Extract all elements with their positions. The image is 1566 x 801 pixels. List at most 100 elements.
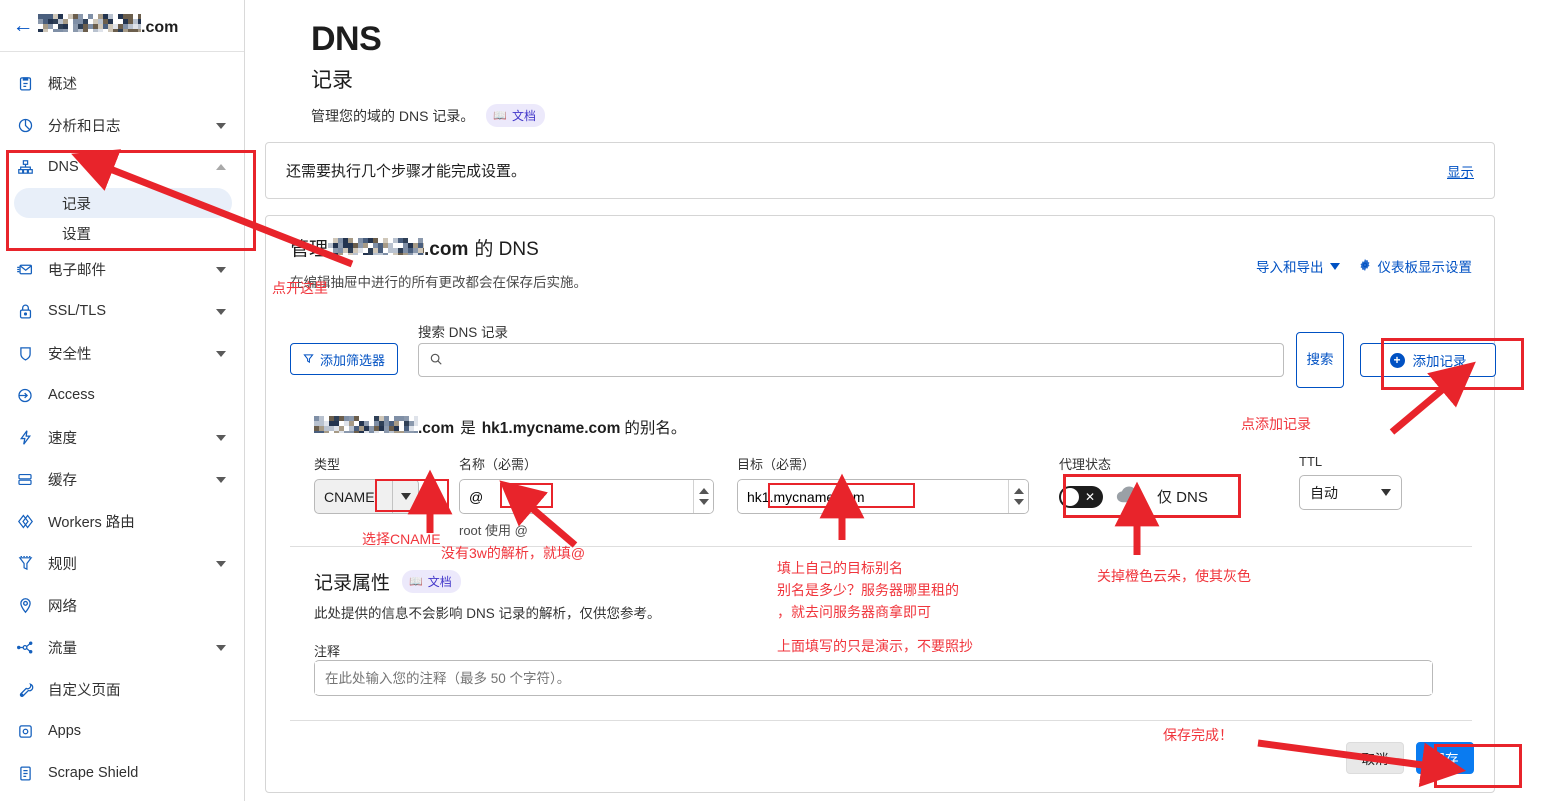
dashboard-settings-label: 仪表板显示设置 — [1377, 260, 1473, 275]
sidebar-item-network[interactable]: 网络 — [0, 584, 244, 626]
sidebar: ← .com 概述 分析和日志 DNS 记录 设置 电子邮件 SSL/TLS 安… — [0, 0, 245, 801]
add-filter-button[interactable]: 添加筛选器 — [290, 343, 399, 375]
add-record-button[interactable]: + 添加记录 — [1360, 343, 1496, 377]
search-button-label: 搜索 — [1306, 352, 1334, 367]
envelope-icon — [12, 261, 38, 278]
setup-notice-show-link[interactable]: 显示 — [1447, 161, 1474, 181]
manage-suffix: 的 DNS — [474, 239, 539, 260]
stepper-down-icon[interactable] — [1013, 499, 1024, 505]
chevron-down-icon — [392, 480, 418, 513]
chevron-down-icon[interactable] — [216, 309, 226, 315]
setup-notice-text: 还需要执行几个步骤才能完成设置。 — [286, 163, 527, 180]
docs-badge[interactable]: 📖 文档 — [402, 570, 461, 593]
target-input-wrapper[interactable] — [737, 479, 1029, 514]
sidebar-item-label: Access — [48, 387, 95, 403]
sitemap-icon — [12, 159, 38, 176]
sidebar-item-access[interactable]: Access — [0, 374, 244, 416]
sidebar-item-speed[interactable]: 速度 — [0, 416, 244, 458]
search-field-label: 搜索 DNS 记录 — [418, 325, 509, 340]
chevron-down-icon[interactable] — [216, 123, 226, 129]
type-select[interactable]: CNAME — [314, 479, 419, 514]
chevron-down-icon[interactable] — [216, 477, 226, 483]
chevron-down-icon[interactable] — [216, 645, 226, 651]
field-name: 名称（必需） root 使用 @ — [459, 454, 714, 539]
sidebar-item-scrape-shield[interactable]: Scrape Shield — [0, 752, 244, 794]
sidebar-item-apps[interactable]: Apps — [0, 710, 244, 752]
sidebar-item-workers-routes[interactable]: Workers 路由 — [0, 500, 244, 542]
save-button[interactable]: 保存 — [1416, 742, 1474, 774]
sidebar-subitem-label: 设置 — [62, 226, 91, 243]
comment-input-wrapper[interactable] — [314, 660, 1433, 696]
name-stepper[interactable] — [693, 480, 713, 513]
search-button[interactable]: 搜索 — [1296, 332, 1344, 388]
search-icon — [429, 352, 443, 369]
sidebar-item-analytics[interactable]: 分析和日志 — [0, 104, 244, 146]
sidebar-nav: 概述 分析和日志 DNS 记录 设置 电子邮件 SSL/TLS 安全性 Acce… — [0, 52, 244, 794]
redacted-domain-pixels — [314, 416, 418, 433]
cancel-button[interactable]: 取消 — [1346, 742, 1404, 774]
chevron-down-icon[interactable] — [216, 435, 226, 441]
manage-domain-suffix: .com — [424, 239, 469, 260]
alias-is-word: 是 — [460, 420, 476, 437]
chevron-down-icon[interactable] — [216, 351, 226, 357]
sidebar-item-overview[interactable]: 概述 — [0, 62, 244, 104]
proxy-label: 代理状态 — [1059, 457, 1112, 472]
comment-input[interactable] — [315, 662, 1432, 694]
app-square-icon — [12, 723, 38, 740]
import-export-button[interactable]: 导入和导出 — [1256, 256, 1340, 276]
docs-badge[interactable]: 📖 文档 — [486, 104, 546, 127]
sidebar-item-ssl-tls[interactable]: SSL/TLS — [0, 290, 244, 332]
wrench-icon — [12, 681, 38, 698]
name-hint: root 使用 @ — [459, 523, 528, 538]
target-stepper[interactable] — [1008, 480, 1028, 513]
docs-badge-label: 文档 — [427, 575, 452, 589]
sidebar-item-label: 安全性 — [48, 346, 92, 363]
sidebar-item-dns[interactable]: DNS — [0, 146, 244, 188]
field-target: 目标（必需） — [737, 454, 1029, 514]
document-icon — [12, 765, 38, 782]
field-type: 类型 CNAME — [314, 454, 429, 514]
name-input-wrapper[interactable] — [459, 479, 714, 514]
back-arrow-icon[interactable]: ← — [8, 11, 38, 41]
pie-chart-icon — [12, 117, 38, 134]
sidebar-item-label: 概述 — [48, 76, 77, 93]
search-toolbar: 添加筛选器 搜索 DNS 记录 搜索 + 添加记录 — [290, 321, 1496, 388]
sidebar-item-email[interactable]: 电子邮件 — [0, 248, 244, 290]
stepper-up-icon[interactable] — [698, 488, 709, 494]
sidebar-item-label: 速度 — [48, 430, 77, 447]
ttl-label: TTL — [1299, 454, 1323, 469]
lock-icon — [12, 303, 38, 320]
funnel-icon — [12, 555, 38, 572]
ttl-select[interactable]: 自动 — [1299, 475, 1402, 510]
gear-icon — [1358, 258, 1372, 275]
sidebar-item-custom-pages[interactable]: 自定义页面 — [0, 668, 244, 710]
chevron-down-icon[interactable] — [216, 561, 226, 567]
proxy-status-value: 仅 DNS — [1157, 489, 1208, 506]
search-input[interactable] — [443, 345, 1283, 375]
sidebar-item-label: SSL/TLS — [48, 303, 107, 319]
proxy-status-row: ✕ 仅 DNS — [1059, 479, 1274, 514]
sidebar-item-dns-records[interactable]: 记录 — [14, 188, 232, 218]
chevron-down-icon[interactable] — [216, 267, 226, 273]
name-input[interactable] — [460, 481, 693, 512]
record-attributes-title: 记录属性 — [314, 573, 391, 594]
type-value: CNAME — [324, 488, 375, 505]
target-input[interactable] — [738, 481, 1008, 512]
sidebar-item-cache[interactable]: 缓存 — [0, 458, 244, 500]
plus-circle-icon: + — [1389, 352, 1405, 368]
stepper-down-icon[interactable] — [698, 499, 709, 505]
stepper-up-icon[interactable] — [1013, 488, 1024, 494]
page-title: DNS — [311, 20, 382, 58]
book-icon: 📖 — [493, 110, 508, 122]
sidebar-item-rules[interactable]: 规则 — [0, 542, 244, 584]
proxy-toggle[interactable]: ✕ — [1059, 485, 1103, 508]
sidebar-item-traffic[interactable]: 流量 — [0, 626, 244, 668]
sidebar-domain-header: ← .com — [0, 0, 244, 52]
chevron-up-icon[interactable] — [216, 164, 226, 170]
page-subtitle: 记录 — [311, 69, 353, 92]
dashboard-settings-button[interactable]: 仪表板显示设置 — [1358, 256, 1473, 276]
alias-domain-suffix: .com — [418, 420, 455, 437]
sidebar-item-security[interactable]: 安全性 — [0, 332, 244, 374]
search-input-wrapper[interactable] — [418, 343, 1284, 377]
sidebar-item-dns-settings[interactable]: 设置 — [14, 218, 232, 248]
